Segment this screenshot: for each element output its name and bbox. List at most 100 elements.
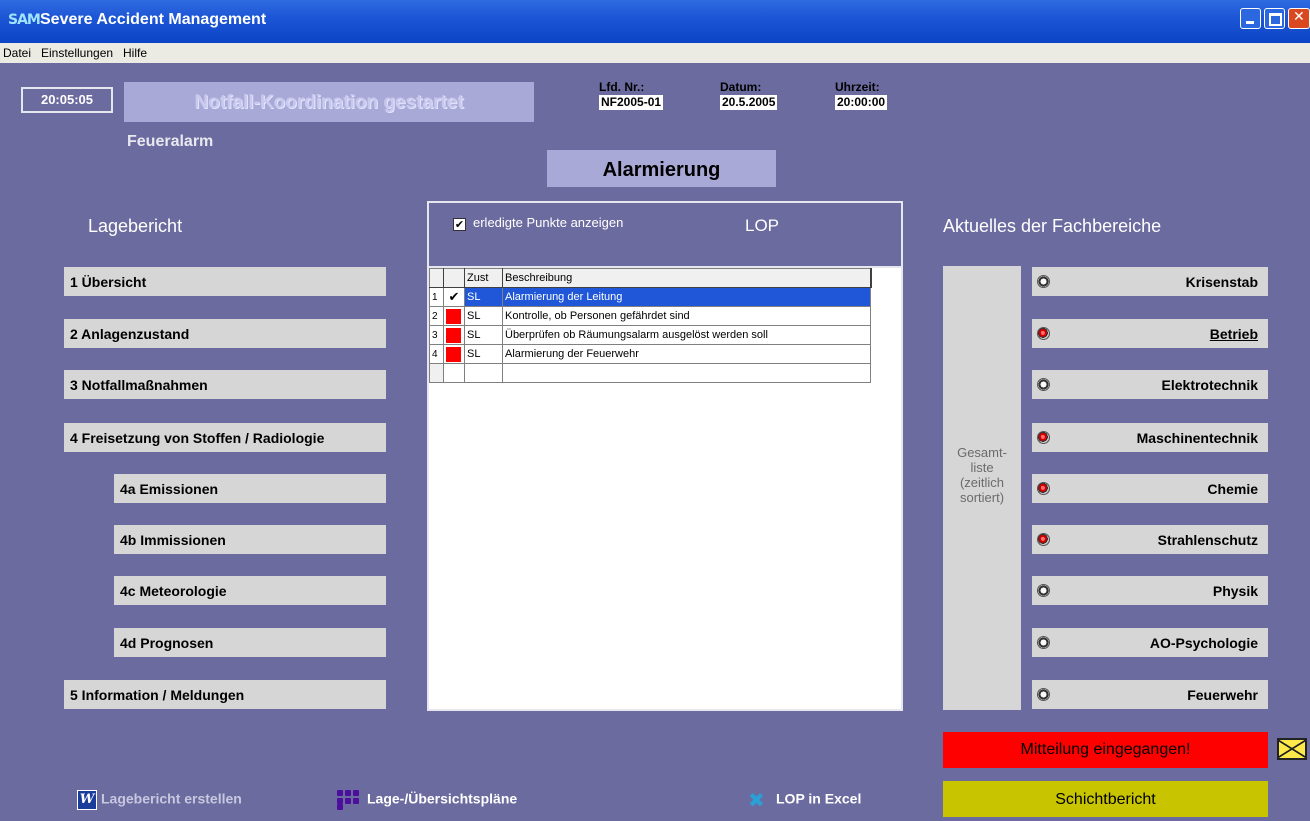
maximize-button[interactable] [1264, 8, 1285, 29]
row-beschreibung: Kontrolle, ob Personen gefährdet sind [502, 306, 871, 326]
row-number: 1 [429, 287, 444, 307]
lop-col-beschreibung-header[interactable]: Beschreibung [502, 268, 872, 288]
lagebericht-erstellen-label: Lagebericht erstellen [101, 790, 242, 807]
table-row[interactable]: 3 SL Überprüfen ob Räumungsalarm ausgelö… [429, 325, 871, 345]
uhrzeit-value: 20:00:00 [835, 95, 888, 110]
show-done-label: erledigte Punkte anzeigen [473, 215, 624, 230]
lop-title: LOP [745, 216, 780, 235]
lop-table: Zust Beschreibung 1 ✔ SL Alarmierung der… [429, 268, 872, 383]
lop-list[interactable]: Zust Beschreibung 1 ✔ SL Alarmierung der… [429, 268, 901, 709]
lagebericht-item-information[interactable]: 5 Information / Meldungen [64, 680, 386, 709]
menu-bar: Datei Einstellungen Hilfe [0, 43, 1310, 63]
minimize-button[interactable] [1240, 8, 1261, 29]
uhrzeit-label: Uhrzeit: [835, 80, 880, 94]
check-icon: ✔ [448, 289, 460, 305]
fach-label: Elektrotechnik [1161, 377, 1258, 393]
row-status[interactable] [443, 344, 465, 364]
lop-col-zust-header[interactable]: Zust [464, 268, 503, 288]
row-number: 3 [429, 325, 444, 345]
uhrzeit-block: Uhrzeit: 20:00:00 [835, 80, 888, 110]
table-row[interactable]: 2 SL Kontrolle, ob Personen gefährdet si… [429, 306, 871, 326]
status-led-active-icon [1037, 533, 1050, 546]
row-beschreibung[interactable] [502, 363, 871, 383]
fach-button-feuerwehr[interactable]: Feuerwehr [1032, 680, 1268, 709]
row-beschreibung: Alarmierung der Feuerwehr [502, 344, 871, 364]
datum-label: Datum: [720, 80, 762, 94]
lop-col-status-header[interactable] [443, 268, 465, 288]
fach-label: Strahlenschutz [1157, 532, 1258, 548]
clock-display: 20:05:05 [21, 87, 113, 113]
mail-envelope-icon[interactable] [1277, 738, 1307, 760]
row-status[interactable] [443, 306, 465, 326]
lagebericht-item-prognosen[interactable]: 4d Prognosen [114, 628, 386, 657]
fach-button-physik[interactable]: Physik [1032, 576, 1268, 605]
table-row-new[interactable] [429, 363, 871, 383]
lagebericht-item-uebersicht[interactable]: 1 Übersicht [64, 267, 386, 296]
menu-hilfe[interactable]: Hilfe [123, 46, 147, 60]
lagebericht-item-anlagenzustand[interactable]: 2 Anlagenzustand [64, 319, 386, 348]
window-title: Severe Accident Management [40, 11, 267, 28]
lop-col-nr-header[interactable] [429, 268, 444, 288]
lagebericht-item-immissionen[interactable]: 4b Immissionen [114, 525, 386, 554]
fach-button-krisenstab[interactable]: Krisenstab [1032, 267, 1268, 296]
row-zust[interactable] [464, 363, 503, 383]
status-led-icon [1037, 275, 1050, 288]
lagebericht-item-notfallmassnahmen[interactable]: 3 Notfallmaßnahmen [64, 370, 386, 399]
lagebericht-item-emissionen[interactable]: 4a Emissionen [114, 474, 386, 503]
section-title: Alarmierung [547, 150, 776, 187]
row-zust: SL [464, 325, 503, 345]
status-led-active-icon [1037, 431, 1050, 444]
lagebericht-item-freisetzung[interactable]: 4 Freisetzung von Stoffen / Radiologie [64, 423, 386, 452]
row-zust: SL [464, 344, 503, 364]
incident-type: Feueralarm [127, 133, 214, 150]
row-beschreibung: Alarmierung der Leitung [502, 287, 871, 307]
status-led-active-icon [1037, 482, 1050, 495]
row-number [429, 363, 444, 383]
row-status[interactable]: ✔ [443, 287, 465, 307]
fach-button-elektrotechnik[interactable]: Elektrotechnik [1032, 370, 1268, 399]
lfd-nr-label: Lfd. Nr.: [599, 80, 645, 94]
datum-block: Datum: 20.5.2005 [720, 80, 778, 110]
lagebericht-item-meteorologie[interactable]: 4c Meteorologie [114, 576, 386, 605]
app-logo-icon: SAM [8, 12, 41, 28]
menu-einstellungen[interactable]: Einstellungen [41, 46, 113, 60]
show-done-checkbox[interactable]: ✔ [453, 218, 466, 231]
row-status[interactable] [443, 325, 465, 345]
menu-datei[interactable]: Datei [3, 46, 31, 60]
status-led-icon [1037, 688, 1050, 701]
fach-label: AO-Psychologie [1149, 635, 1258, 651]
lfd-nr-value: NF2005-01 [599, 95, 664, 110]
table-row[interactable]: 4 SL Alarmierung der Feuerwehr [429, 344, 871, 364]
close-button[interactable] [1288, 8, 1310, 29]
row-status[interactable] [443, 363, 465, 383]
row-beschreibung: Überprüfen ob Räumungsalarm ausgelöst we… [502, 325, 871, 345]
fach-label: Physik [1212, 583, 1258, 599]
open-status-icon [446, 346, 461, 362]
status-banner: Notfall-Koordination gestartet [124, 82, 534, 122]
fach-label: Feuerwehr [1187, 687, 1258, 703]
fach-label: Maschinentechnik [1136, 430, 1258, 446]
row-zust: SL [464, 306, 503, 326]
mitteilung-button[interactable]: Mitteilung eingegangen! [943, 732, 1268, 768]
status-led-icon [1037, 636, 1050, 649]
datum-value: 20.5.2005 [720, 95, 778, 110]
lop-table-header: Zust Beschreibung [429, 268, 872, 288]
fach-label: Chemie [1207, 481, 1258, 497]
fach-button-ao-psychologie[interactable]: AO-Psychologie [1032, 628, 1268, 657]
row-number: 4 [429, 344, 444, 364]
lageplaene-label: Lage-/Übersichtspläne [367, 790, 518, 807]
fach-button-betrieb[interactable]: Betrieb [1032, 319, 1268, 348]
fach-button-strahlenschutz[interactable]: Strahlenschutz [1032, 525, 1268, 554]
table-row[interactable]: 1 ✔ SL Alarmierung der Leitung [429, 287, 871, 307]
lagebericht-erstellen-button[interactable]: W Lagebericht erstellen [77, 790, 242, 810]
status-led-icon [1037, 378, 1050, 391]
fach-button-maschinentechnik[interactable]: Maschinentechnik [1032, 423, 1268, 452]
open-status-icon [446, 308, 461, 324]
schichtbericht-button[interactable]: Schichtbericht [943, 781, 1268, 817]
fach-button-chemie[interactable]: Chemie [1032, 474, 1268, 503]
lageplaene-button[interactable]: Lage-/Übersichtspläne [337, 790, 517, 810]
row-zust: SL [464, 287, 503, 307]
lop-excel-button[interactable]: ✖ LOP in Excel [748, 790, 861, 810]
open-status-icon [446, 327, 461, 343]
fachbereiche-heading: Aktuelles der Fachbereiche [943, 216, 1162, 236]
